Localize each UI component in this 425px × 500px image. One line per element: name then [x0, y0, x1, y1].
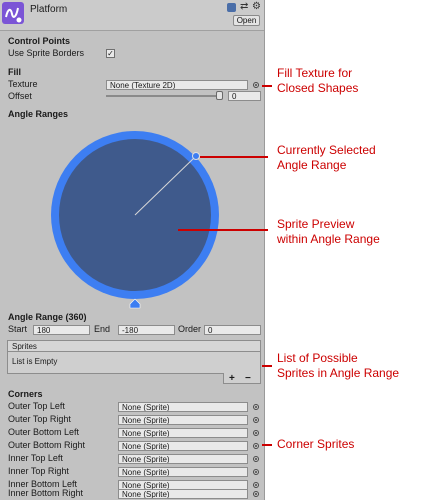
offset-slider-handle[interactable] — [216, 91, 223, 100]
fill-texture-annotation-line: Closed Shapes — [277, 81, 359, 95]
add-sprite-button[interactable]: + — [229, 373, 235, 384]
corner-outer-bottom-left-label: Outer Bottom Left — [8, 427, 80, 437]
remove-sprite-button[interactable]: − — [245, 373, 251, 384]
corner-outer-bottom-right-field[interactable]: None (Sprite) — [118, 441, 248, 451]
sprites-list-header — [7, 340, 261, 352]
corner-outer-bottom-left-field[interactable]: None (Sprite) — [118, 428, 248, 438]
preset-icon[interactable]: ⇄ — [240, 2, 248, 12]
sprite-preview-pointer — [178, 229, 268, 231]
end-field[interactable]: -180 — [118, 325, 175, 335]
fill-texture-annotation: Fill Texture for Closed Shapes — [277, 66, 358, 96]
open-button[interactable]: Open — [233, 15, 260, 26]
selected-range-annotation-line: Currently Selected — [277, 143, 376, 157]
texture-label: Texture — [8, 79, 38, 89]
corner-sprites-annotation-line: Corner Sprites — [277, 437, 355, 451]
corner-inner-bottom-left-picker-icon[interactable] — [253, 482, 259, 488]
texture-field[interactable]: None (Texture 2D) — [106, 80, 248, 90]
corner-inner-top-right-label: Inner Top Right — [8, 466, 69, 476]
sprites-empty-text: List is Empty — [12, 357, 58, 366]
use-sprite-borders-label: Use Sprite Borders — [8, 48, 85, 58]
possible-sprites-annotation-line: List of Possible — [277, 351, 358, 365]
fill-texture-pointer — [262, 85, 272, 87]
possible-sprites-annotation-line: Sprites in Angle Range — [277, 366, 400, 380]
offset-slider-track[interactable] — [106, 95, 222, 97]
corner-inner-bottom-right-label: Inner Bottom Right — [8, 488, 84, 498]
corner-inner-top-left-picker-icon[interactable] — [253, 456, 259, 462]
gear-icon[interactable]: ⚙ — [252, 2, 261, 12]
corner-inner-bottom-right-picker-icon[interactable] — [253, 491, 259, 497]
offset-field[interactable]: 0 — [228, 91, 261, 101]
corner-outer-top-right-field[interactable]: None (Sprite) — [118, 415, 248, 425]
corner-inner-bottom-right-field[interactable]: None (Sprite) — [118, 489, 248, 499]
sprite-preview-annotation-line: within Angle Range — [277, 232, 380, 246]
corner-outer-top-left-label: Outer Top Left — [8, 401, 65, 411]
control-points-heading: Control Points — [8, 36, 70, 46]
selected-range-annotation: Currently Selected Angle Range — [277, 143, 376, 173]
selected-range-annotation-line: Angle Range — [277, 158, 347, 172]
start-label: Start — [8, 324, 28, 334]
asset-icon — [2, 2, 24, 24]
corner-outer-top-left-field[interactable]: None (Sprite) — [118, 402, 248, 412]
offset-label: Offset — [8, 91, 32, 101]
range-start-marker-icon[interactable] — [129, 298, 141, 309]
corner-inner-top-right-field[interactable]: None (Sprite) — [118, 467, 248, 477]
fill-heading: Fill — [8, 67, 21, 77]
asset-title: Platform — [30, 4, 68, 15]
corner-outer-bottom-left-picker-icon[interactable] — [253, 430, 259, 436]
corner-outer-top-left-picker-icon[interactable] — [253, 404, 259, 410]
sprites-heading: Sprites — [12, 342, 37, 351]
sprite-preview-annotation: Sprite Preview within Angle Range — [277, 217, 380, 247]
corner-inner-top-right-picker-icon[interactable] — [253, 469, 259, 475]
angle-ranges-heading: Angle Ranges — [8, 109, 69, 119]
help-icon[interactable] — [227, 3, 236, 12]
angle-range-wheel[interactable] — [50, 130, 220, 310]
corner-sprites-pointer — [262, 444, 272, 446]
corner-inner-top-left-label: Inner Top Left — [8, 453, 63, 463]
sprite-preview-annotation-line: Sprite Preview — [277, 217, 355, 231]
end-label: End — [94, 324, 111, 334]
fill-texture-annotation-line: Fill Texture for — [277, 66, 353, 80]
possible-sprites-annotation: List of Possible Sprites in Angle Range — [277, 351, 399, 381]
corner-outer-top-right-picker-icon[interactable] — [253, 417, 259, 423]
corner-outer-bottom-right-label: Outer Bottom Right — [8, 440, 86, 450]
inspector-panel: Platform ⇄ ⚙ Open Control Points Use Spr… — [0, 0, 265, 500]
possible-sprites-pointer — [262, 365, 272, 367]
corner-sprites-annotation: Corner Sprites — [277, 437, 354, 452]
texture-picker-icon[interactable] — [253, 82, 259, 88]
angle-range-heading: Angle Range (360) — [8, 312, 87, 322]
angle-range-handle[interactable] — [192, 152, 200, 160]
corners-heading: Corners — [8, 389, 43, 399]
start-field[interactable]: 180 — [33, 325, 90, 335]
corner-inner-top-left-field[interactable]: None (Sprite) — [118, 454, 248, 464]
corner-outer-bottom-right-picker-icon[interactable] — [253, 443, 259, 449]
use-sprite-borders-checkbox[interactable]: ✓ — [106, 49, 115, 58]
selected-range-pointer — [200, 156, 268, 158]
corner-outer-top-right-label: Outer Top Right — [8, 414, 71, 424]
order-label: Order — [178, 324, 202, 334]
order-field[interactable]: 0 — [204, 325, 261, 335]
